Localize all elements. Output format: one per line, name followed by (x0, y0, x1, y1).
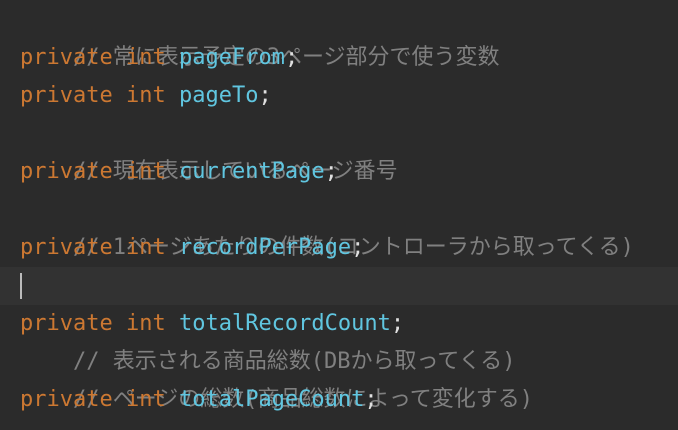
semicolon: ; (284, 45, 299, 70)
code-line-4[interactable]: // 現在表示しているページ番号 (0, 115, 678, 184)
code-line-3[interactable]: private int pageTo; (0, 77, 678, 115)
code-line-7[interactable]: private int recordPerPage; (0, 229, 678, 267)
modifier-keyword: private (20, 45, 113, 70)
code-line-1[interactable]: // 常に表示予定の3ページ部分で使う変数 (0, 1, 678, 70)
modifier-keyword: private (20, 159, 113, 184)
field-name: currentPage (178, 159, 325, 184)
code-line-10[interactable]: // ページの総数(商品総数によって変化する) (0, 343, 678, 412)
type-keyword: int (125, 83, 166, 108)
semicolon: ; (390, 311, 405, 336)
semicolon: ; (324, 159, 338, 184)
code-line-11[interactable]: private int totalPageCount; (0, 381, 678, 419)
code-line-8-current[interactable]: // 表示される商品総数(DBから取ってくる) (0, 267, 678, 374)
type-keyword: int (125, 45, 166, 70)
field-name: totalPageCount (178, 387, 365, 412)
code-line-2[interactable]: private int pageFrom; (0, 39, 678, 77)
code-line-9[interactable]: private int totalRecordCount; (0, 305, 678, 343)
modifier-keyword: private (20, 387, 113, 412)
field-name: pageTo (178, 83, 259, 108)
field-name: pageFrom (178, 45, 285, 70)
field-name: recordPerPage (178, 235, 352, 260)
code-editor[interactable]: // 常に表示予定の3ページ部分で使う変数 private int pageFr… (0, 0, 678, 430)
type-keyword: int (125, 387, 166, 412)
semicolon: ; (364, 387, 378, 412)
modifier-keyword: private (20, 235, 113, 260)
code-line-6[interactable]: // 1ページあたりの件数(コントローラから取ってくる) (0, 191, 678, 260)
field-name: totalRecordCount (178, 311, 391, 336)
modifier-keyword: private (20, 311, 113, 336)
text-caret (20, 273, 22, 299)
type-keyword: int (125, 235, 166, 260)
semicolon: ; (351, 235, 365, 260)
type-keyword: int (125, 159, 166, 184)
type-keyword: int (125, 311, 166, 336)
semicolon: ; (258, 83, 272, 108)
code-line-5[interactable]: private int currentPage; (0, 153, 678, 191)
modifier-keyword: private (20, 83, 113, 108)
